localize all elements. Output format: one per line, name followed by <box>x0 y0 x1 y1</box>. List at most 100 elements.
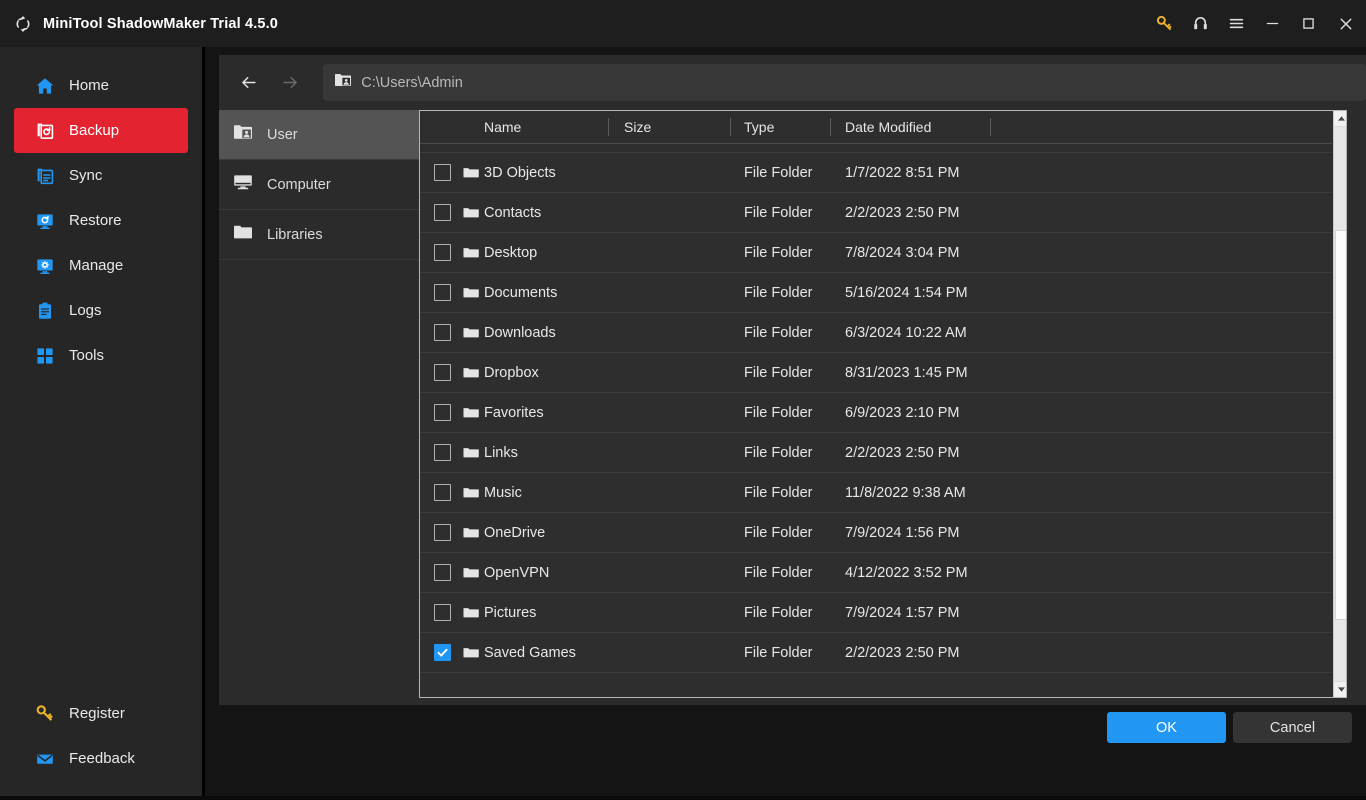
row-checkbox[interactable] <box>434 604 451 621</box>
column-header-size[interactable]: Size <box>624 119 651 135</box>
column-divider[interactable] <box>830 118 831 136</box>
cell-name: OneDrive <box>484 525 545 541</box>
sidebar-item-manage[interactable]: Manage <box>14 243 188 288</box>
table-row[interactable]: OpenVPNFile Folder4/12/2022 3:52 PM <box>420 553 1332 593</box>
column-divider[interactable] <box>730 118 731 136</box>
sidebar-item-home[interactable]: Home <box>14 63 188 108</box>
scrollbar-thumb[interactable] <box>1335 230 1347 620</box>
cell-type: File Folder <box>744 605 813 621</box>
cell-date: 4/12/2022 3:52 PM <box>845 565 968 581</box>
sidebar-item-label: Logs <box>69 302 102 319</box>
headset-icon[interactable] <box>1182 0 1218 47</box>
file-rows-scroll-content: .VirtualBoxFile Folder2/11/2022 3:33 PM 3… <box>420 144 1332 673</box>
table-row[interactable]: .VirtualBoxFile Folder2/11/2022 3:33 PM <box>420 144 1332 153</box>
table-row[interactable]: FavoritesFile Folder6/9/2023 2:10 PM <box>420 393 1332 433</box>
row-checkbox[interactable] <box>434 164 451 181</box>
folder-icon <box>463 286 479 300</box>
cell-type: File Folder <box>744 205 813 221</box>
user-folder-icon <box>233 123 253 146</box>
column-header-name[interactable]: Name <box>484 119 521 135</box>
cell-date: 2/2/2023 2:50 PM <box>845 205 959 221</box>
table-row[interactable]: PicturesFile Folder7/9/2024 1:57 PM <box>420 593 1332 633</box>
path-input[interactable]: C:\Users\Admin <box>323 64 1366 101</box>
ok-button[interactable]: OK <box>1107 712 1226 743</box>
table-row[interactable]: 3D ObjectsFile Folder1/7/2022 8:51 PM <box>420 153 1332 193</box>
minimize-icon[interactable] <box>1254 0 1290 47</box>
row-checkbox[interactable] <box>434 284 451 301</box>
sidebar-item-label: Home <box>69 77 109 94</box>
vertical-scrollbar[interactable] <box>1333 111 1347 697</box>
maximize-icon[interactable] <box>1290 0 1326 47</box>
column-header-type[interactable]: Type <box>744 119 774 135</box>
table-row[interactable]: LinksFile Folder2/2/2023 2:50 PM <box>420 433 1332 473</box>
table-row[interactable]: MusicFile Folder11/8/2022 9:38 AM <box>420 473 1332 513</box>
table-row[interactable]: DropboxFile Folder8/31/2023 1:45 PM <box>420 353 1332 393</box>
folder-icon <box>463 486 479 500</box>
row-checkbox[interactable] <box>434 524 451 541</box>
sidebar-item-feedback[interactable]: Feedback <box>14 736 188 781</box>
location-tree: User Computer <box>219 110 419 705</box>
column-header-date[interactable]: Date Modified <box>845 119 931 135</box>
row-checkbox[interactable] <box>434 204 451 221</box>
sidebar-item-logs[interactable]: Logs <box>14 288 188 333</box>
sidebar-item-restore[interactable]: Restore <box>14 198 188 243</box>
sidebar-item-label: Manage <box>69 257 123 274</box>
cell-name: OpenVPN <box>484 565 549 581</box>
file-list-header: Name Size Type Date Modified <box>420 111 1332 144</box>
file-list-rows[interactable]: .VirtualBoxFile Folder2/11/2022 3:33 PM 3… <box>420 144 1332 697</box>
folder-icon <box>463 646 479 660</box>
table-row[interactable]: DesktopFile Folder7/8/2024 3:04 PM <box>420 233 1332 273</box>
row-checkbox-checked[interactable] <box>434 644 451 661</box>
cell-name: 3D Objects <box>484 165 556 181</box>
cell-name: Saved Games <box>484 645 576 661</box>
column-divider[interactable] <box>990 118 991 136</box>
folder-icon <box>463 326 479 340</box>
row-checkbox[interactable] <box>434 244 451 261</box>
tree-item-computer[interactable]: Computer <box>219 160 419 210</box>
sidebar: Home Backup Sync <box>0 47 202 800</box>
table-row[interactable]: DownloadsFile Folder6/3/2024 10:22 AM <box>420 313 1332 353</box>
row-checkbox[interactable] <box>434 364 451 381</box>
backup-icon <box>35 121 55 141</box>
cell-name: Documents <box>484 285 557 301</box>
file-browser-panel: C:\Users\Admin User <box>219 55 1366 705</box>
cell-date: 2/2/2023 2:50 PM <box>845 445 959 461</box>
sidebar-item-register[interactable]: Register <box>14 691 188 736</box>
folder-icon <box>463 166 479 180</box>
cell-type: File Folder <box>744 165 813 181</box>
column-divider[interactable] <box>608 118 609 136</box>
sidebar-item-label: Register <box>69 705 125 722</box>
sidebar-item-tools[interactable]: Tools <box>14 333 188 378</box>
cell-date: 6/3/2024 10:22 AM <box>845 325 967 341</box>
path-text: C:\Users\Admin <box>361 75 463 91</box>
table-row[interactable]: DocumentsFile Folder5/16/2024 1:54 PM <box>420 273 1332 313</box>
tree-item-label: Computer <box>267 177 331 193</box>
sidebar-item-backup[interactable]: Backup <box>14 108 188 153</box>
row-checkbox[interactable] <box>434 564 451 581</box>
table-row[interactable]: Saved GamesFile Folder2/2/2023 2:50 PM <box>420 633 1332 673</box>
arrow-right-icon[interactable] <box>270 63 312 103</box>
row-checkbox[interactable] <box>434 484 451 501</box>
tree-item-libraries[interactable]: Libraries <box>219 210 419 260</box>
key-icon[interactable] <box>1146 0 1182 47</box>
sidebar-item-sync[interactable]: Sync <box>14 153 188 198</box>
sidebar-item-label: Tools <box>69 347 104 364</box>
table-row[interactable]: Contacts File Folder 2/2/2023 2:50 PM <box>420 193 1332 233</box>
tree-item-user[interactable]: User <box>219 110 419 160</box>
scrollbar-track[interactable] <box>1334 127 1347 681</box>
cell-date: 2/2/2023 2:50 PM <box>845 645 959 661</box>
caret-down-icon[interactable] <box>1334 681 1347 697</box>
cancel-button[interactable]: Cancel <box>1233 712 1352 743</box>
table-row[interactable]: OneDriveFile Folder7/9/2024 1:56 PM <box>420 513 1332 553</box>
menu-icon[interactable] <box>1218 0 1254 47</box>
row-checkbox[interactable] <box>434 404 451 421</box>
cell-name: Contacts <box>484 205 541 221</box>
cell-date: 11/8/2022 9:38 AM <box>845 485 966 501</box>
caret-up-icon[interactable] <box>1334 111 1347 127</box>
cell-date: 5/16/2024 1:54 PM <box>845 285 968 301</box>
close-icon[interactable] <box>1326 0 1366 47</box>
row-checkbox[interactable] <box>434 444 451 461</box>
row-checkbox[interactable] <box>434 324 451 341</box>
arrow-left-icon[interactable] <box>228 63 270 103</box>
sidebar-item-label: Feedback <box>69 750 135 767</box>
